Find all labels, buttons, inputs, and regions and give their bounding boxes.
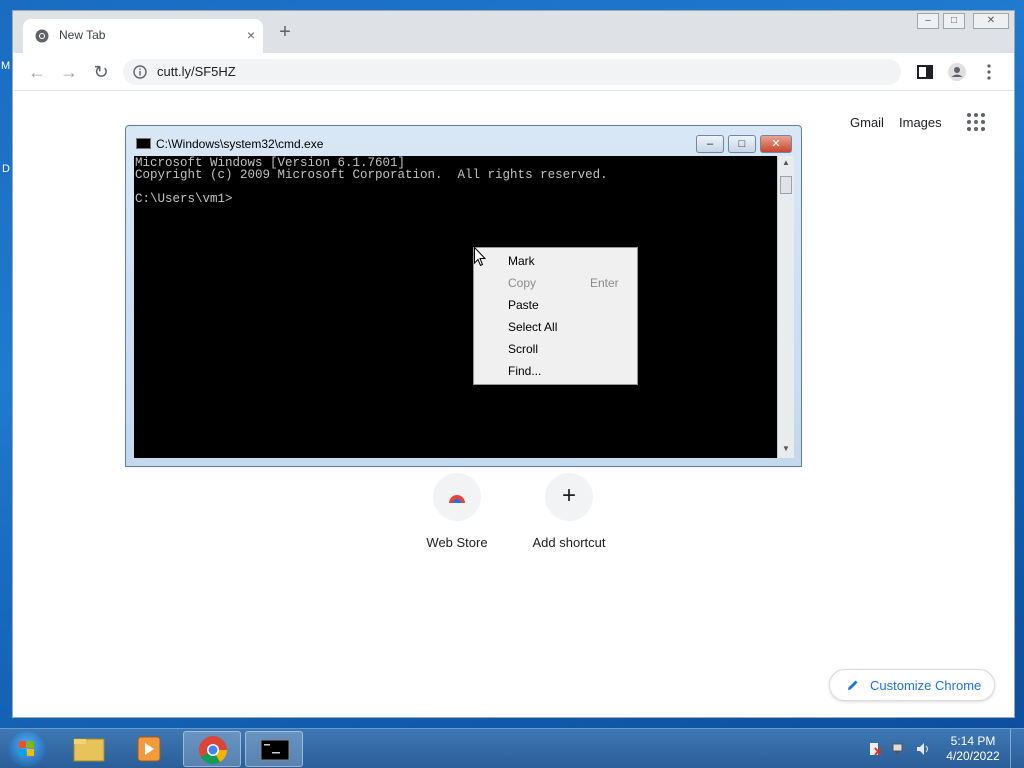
start-button[interactable]: [8, 731, 46, 767]
close-window-button[interactable]: ✕: [973, 13, 1009, 29]
add-shortcut-icon: +: [545, 473, 593, 521]
folder-icon: [73, 738, 105, 762]
cmd-maximize-button[interactable]: □: [728, 135, 756, 153]
mouse-pointer-icon: [474, 247, 486, 267]
side-panel-icon[interactable]: [915, 62, 935, 82]
shortcut-web-store[interactable]: Web Store: [407, 473, 507, 550]
context-menu: Mark Copy Enter Paste Select All Scroll …: [473, 247, 638, 385]
plus-icon: +: [561, 482, 576, 509]
images-link[interactable]: Images: [899, 115, 942, 130]
scroll-down-icon[interactable]: ▼: [782, 444, 790, 453]
web-store-icon: [433, 473, 481, 521]
minimize-button[interactable]: –: [917, 13, 939, 29]
volume-icon[interactable]: [916, 742, 930, 756]
browser-toolbar: ← → ↻ cutt.ly/SF5HZ: [13, 53, 1014, 91]
console-line: Copyright (c) 2009 Microsoft Corporation…: [135, 168, 608, 182]
forward-arrow-icon[interactable]: →: [59, 62, 79, 82]
media-player-icon: [137, 736, 161, 762]
windows-logo-icon: [19, 741, 34, 756]
address-text: cutt.ly/SF5HZ: [157, 64, 236, 79]
menu-item-select-all[interactable]: Select All: [508, 320, 557, 334]
chrome-icon: [35, 29, 49, 43]
cmd-title: C:\Windows\system32\cmd.exe: [156, 137, 324, 151]
show-desktop-button[interactable]: [1010, 729, 1024, 768]
new-tab-button[interactable]: +: [275, 22, 295, 43]
cmd-close-button[interactable]: ✕: [760, 135, 792, 153]
shortcut-label: Add shortcut: [532, 535, 606, 550]
menu-item-paste[interactable]: Paste: [508, 298, 539, 312]
menu-item-find[interactable]: Find...: [508, 364, 541, 378]
tab-title: New Tab: [59, 28, 106, 42]
menu-item-copy: Copy: [508, 276, 537, 290]
reload-icon[interactable]: ↻: [91, 62, 111, 82]
menu-kebab-icon[interactable]: [979, 62, 999, 82]
taskbar-explorer[interactable]: [60, 731, 118, 767]
menu-item-copy-shortcut: Enter: [590, 276, 619, 290]
gmail-link[interactable]: Gmail: [850, 115, 884, 130]
clock-time: 5:14 PM: [950, 734, 996, 748]
network-icon[interactable]: [892, 742, 906, 756]
apps-grid-icon[interactable]: [967, 113, 985, 131]
back-arrow-icon[interactable]: ←: [27, 62, 47, 82]
desktop-edge-label: M: [1, 60, 11, 72]
desktop-edge-label: D: [2, 163, 10, 175]
menu-item-scroll[interactable]: Scroll: [508, 342, 538, 356]
system-clock[interactable]: 5:14 PM 4/20/2022: [938, 734, 1008, 764]
console-prompt: C:\Users\vm1>: [135, 192, 233, 206]
scroll-up-icon[interactable]: ▲: [782, 158, 790, 167]
taskbar-media-player[interactable]: [120, 731, 178, 767]
chrome-icon: [199, 736, 227, 764]
console-icon: [136, 138, 151, 149]
console-scrollbar[interactable]: ▲ ▼: [777, 156, 794, 458]
customize-label: Customize Chrome: [870, 678, 982, 693]
scrollbar-thumb[interactable]: [780, 176, 792, 194]
cmd-icon: [260, 739, 290, 761]
console-output[interactable]: Microsoft Windows [Version 6.1.7601] Copy…: [134, 156, 777, 458]
profile-avatar-icon[interactable]: [947, 62, 967, 82]
pencil-icon: [848, 680, 858, 690]
menu-item-mark[interactable]: Mark: [508, 254, 535, 268]
shortcut-add[interactable]: + Add shortcut: [519, 473, 619, 550]
shortcut-label: Web Store: [426, 535, 488, 550]
info-icon[interactable]: [133, 65, 147, 79]
clock-date: 4/20/2022: [946, 749, 1000, 763]
customize-chrome-button[interactable]: Customize Chrome: [829, 669, 995, 701]
taskbar-chrome[interactable]: [183, 731, 241, 767]
address-bar[interactable]: cutt.ly/SF5HZ: [123, 59, 901, 85]
tab-new-tab[interactable]: New Tab ×: [23, 19, 263, 53]
taskbar-cmd[interactable]: [245, 731, 303, 767]
maximize-button[interactable]: □: [943, 13, 965, 29]
cmd-minimize-button[interactable]: –: [696, 135, 724, 153]
close-tab-icon[interactable]: ×: [247, 27, 255, 43]
action-center-icon[interactable]: [868, 742, 882, 756]
cmd-window[interactable]: C:\Windows\system32\cmd.exe – □ ✕ Micros…: [125, 125, 802, 467]
taskbar: 5:14 PM 4/20/2022: [0, 728, 1024, 768]
tab-strip: New Tab × + – □ ✕: [13, 11, 1014, 53]
